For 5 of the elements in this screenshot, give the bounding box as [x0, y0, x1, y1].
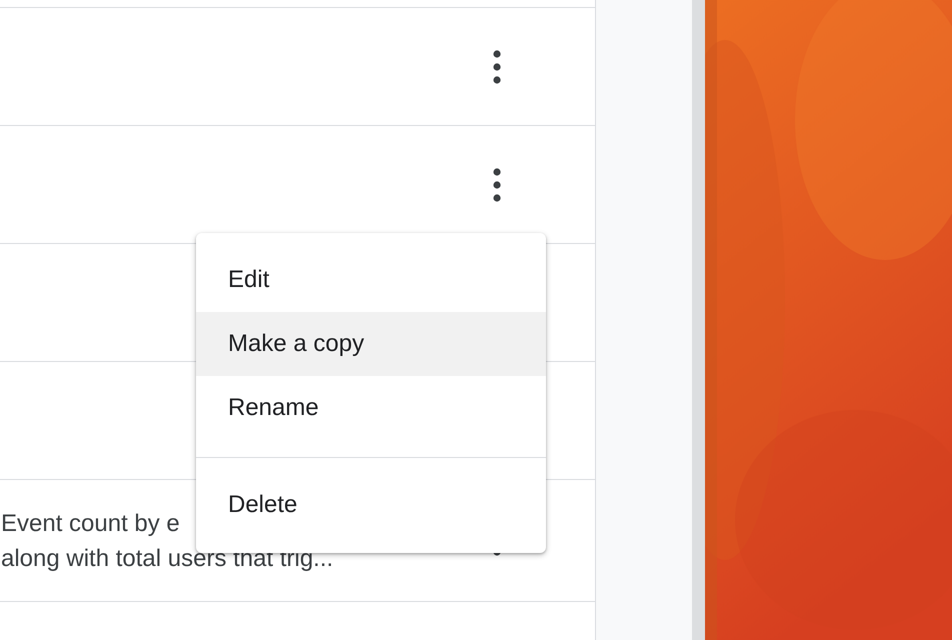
more-icon[interactable]	[492, 50, 502, 84]
menu-item[interactable]: Make a copy	[196, 312, 546, 376]
menu-item[interactable]: Rename	[196, 376, 546, 440]
more-icon[interactable]	[492, 168, 502, 202]
menu-item[interactable]: Edit	[196, 248, 546, 312]
